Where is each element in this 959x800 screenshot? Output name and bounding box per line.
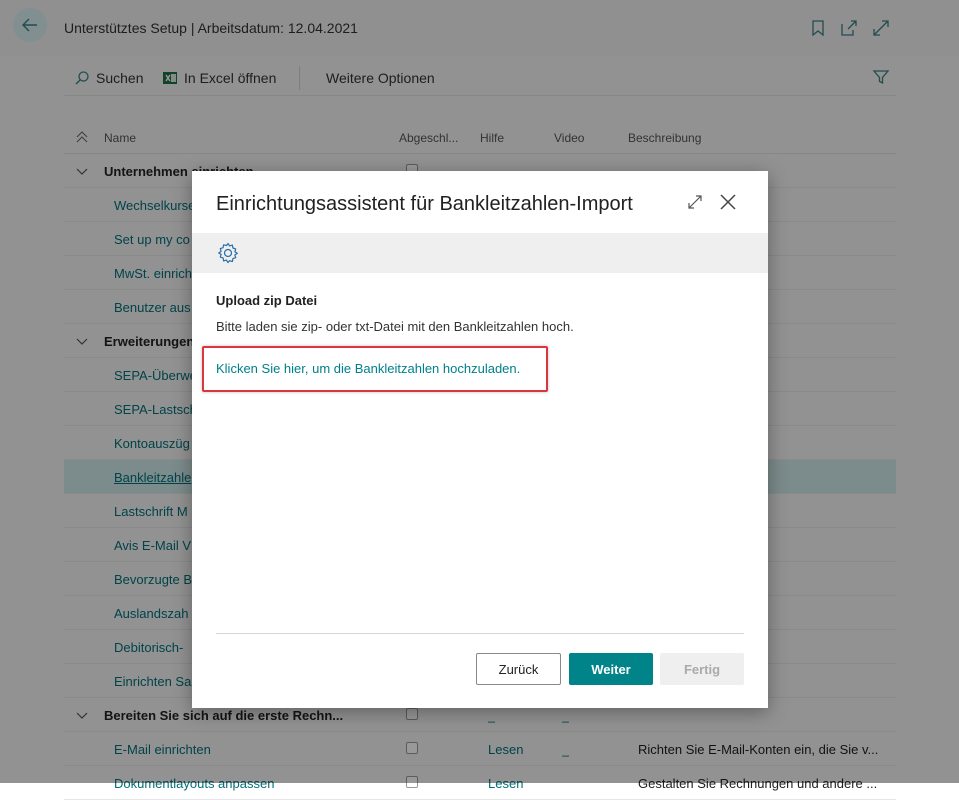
setup-wizard-dialog: Einrichtungsassistent für Bankleitzahlen… <box>192 171 768 708</box>
dialog-divider <box>216 633 744 634</box>
dialog-icon-band <box>192 233 768 273</box>
finish-button[interactable]: Fertig <box>660 653 744 685</box>
dialog-title: Einrichtungsassistent für Bankleitzahlen… <box>216 193 633 215</box>
expand-icon[interactable] <box>686 193 704 211</box>
dialog-description: Bitte laden sie zip- oder txt-Datei mit … <box>216 319 574 334</box>
gear-icon <box>218 242 238 264</box>
upload-link[interactable]: Klicken Sie hier, um die Bankleitzahlen … <box>216 361 520 376</box>
dialog-heading: Upload zip Datei <box>216 293 318 308</box>
next-button[interactable]: Weiter <box>569 653 653 685</box>
back-button[interactable]: Zurück <box>476 653 561 685</box>
close-icon[interactable] <box>718 192 738 212</box>
